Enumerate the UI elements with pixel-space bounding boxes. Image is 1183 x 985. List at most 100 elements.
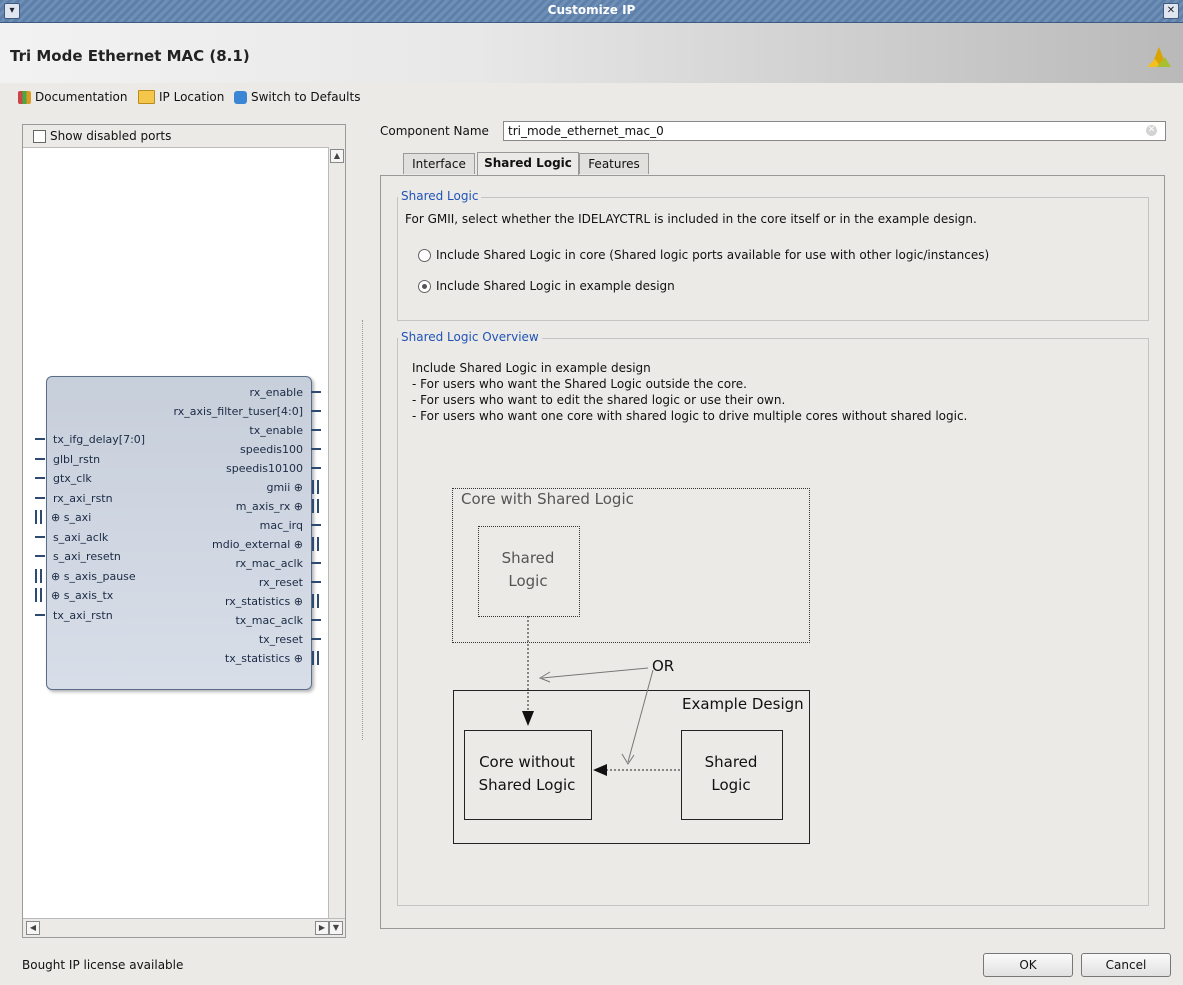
- port-rx_axi_rstn[interactable]: rx_axi_rstn: [53, 492, 113, 505]
- component-name-input[interactable]: tri_mode_ethernet_mac_0: [503, 121, 1166, 141]
- horizontal-scrollbar[interactable]: ◀ ▶ ▼: [23, 918, 345, 937]
- switch-to-defaults-button[interactable]: Switch to Defaults: [234, 90, 360, 104]
- port-rx_reset[interactable]: rx_reset: [259, 576, 303, 589]
- vertical-scrollbar[interactable]: ▲: [328, 147, 345, 919]
- radio-shared-logic-in-core[interactable]: [418, 249, 431, 262]
- port-pin: [311, 638, 321, 640]
- show-disabled-ports-row: Show disabled ports: [23, 125, 345, 148]
- port-tx_reset[interactable]: tx_reset: [259, 633, 303, 646]
- bus-pin: [312, 594, 319, 608]
- cancel-button[interactable]: Cancel: [1081, 953, 1171, 977]
- port-pin: [35, 438, 45, 440]
- port-rx_statistics[interactable]: rx_statistics ⊕: [225, 595, 303, 608]
- option-example-label: Include Shared Logic in example design: [436, 279, 675, 293]
- port-pin: [311, 429, 321, 431]
- port-pin: [35, 457, 45, 460]
- port-pin: [311, 391, 321, 393]
- panel-splitter[interactable]: [362, 320, 363, 740]
- port-tx_axi_rstn[interactable]: tx_axi_rstn: [53, 609, 113, 622]
- port-gmii[interactable]: gmii ⊕: [266, 481, 303, 494]
- book-icon: [18, 90, 31, 104]
- port-pin: [35, 613, 45, 616]
- component-name-label: Component Name: [380, 124, 489, 138]
- or-arrow-down: [627, 669, 654, 763]
- port-speedis100[interactable]: speedis100: [240, 443, 303, 456]
- port-tx_mac_aclk[interactable]: tx_mac_aclk: [235, 614, 303, 627]
- overview-line: - For users who want one core with share…: [412, 409, 968, 423]
- overview-line: - For users who want the Shared Logic ou…: [412, 377, 747, 391]
- scroll-down-icon[interactable]: ▼: [329, 921, 343, 935]
- option-core-label: Include Shared Logic in core (Shared log…: [436, 248, 990, 262]
- port-pin: [35, 555, 45, 557]
- ok-button[interactable]: OK: [983, 953, 1073, 977]
- folder-icon: [138, 90, 155, 104]
- diagram-arrows: [522, 616, 680, 776]
- radio-shared-logic-in-example[interactable]: [418, 280, 431, 293]
- port-tx_enable[interactable]: tx_enable: [249, 424, 303, 437]
- port-pin: [311, 524, 321, 526]
- port-tx_ifg_delay70[interactable]: tx_ifg_delay[7:0]: [53, 433, 145, 446]
- bus-pin: [35, 568, 42, 583]
- bus-pin: [35, 588, 42, 602]
- overview-line: Include Shared Logic in example design: [412, 361, 651, 375]
- port-pin: [311, 562, 321, 564]
- overview-group-title: Shared Logic Overview: [398, 330, 542, 344]
- bus-pin: [312, 480, 319, 494]
- or-arrow-left: [541, 667, 649, 679]
- arrow-head-down: [522, 711, 534, 726]
- core-with-shared-logic-label: Core with Shared Logic: [461, 490, 634, 508]
- documentation-button[interactable]: Documentation: [18, 90, 128, 104]
- ip-location-button[interactable]: IP Location: [138, 90, 224, 104]
- window-title: Customize IP: [547, 3, 636, 17]
- tab-shared-logic[interactable]: Shared Logic: [477, 152, 579, 175]
- port-speedis10100[interactable]: speedis10100: [226, 462, 303, 475]
- port-rx_mac_aclk[interactable]: rx_mac_aclk: [236, 557, 303, 570]
- port-pin: [35, 477, 45, 479]
- show-disabled-ports-label: Show disabled ports: [50, 129, 172, 143]
- bus-pin: [312, 537, 319, 551]
- close-icon[interactable]: ✕: [1163, 3, 1179, 19]
- bus-pin: [312, 499, 319, 513]
- port-pin: [311, 619, 321, 621]
- scroll-up-icon[interactable]: ▲: [330, 149, 344, 163]
- scroll-left-icon[interactable]: ◀: [26, 921, 40, 935]
- ip-symbol-block: tx_ifg_delay[7:0] glbl_rstn gtx_clk rx_axi_…: [35, 376, 321, 690]
- port-mdio_external[interactable]: mdio_external ⊕: [212, 538, 303, 551]
- port-gtx_clk[interactable]: gtx_clk: [53, 472, 92, 485]
- port-s_axis_pause[interactable]: ⊕ s_axis_pause: [51, 570, 136, 583]
- port-s_axi[interactable]: ⊕ s_axi: [51, 511, 91, 524]
- overview-line: - For users who want to edit the shared …: [412, 393, 786, 407]
- refresh-icon: [234, 90, 247, 104]
- port-rx_enable[interactable]: rx_enable: [249, 386, 303, 399]
- port-pin: [311, 448, 321, 450]
- port-tx_statistics[interactable]: tx_statistics ⊕: [225, 652, 303, 665]
- port-pin: [311, 581, 321, 583]
- xilinx-logo-icon: [1147, 47, 1171, 67]
- tab-interface[interactable]: Interface: [403, 153, 475, 174]
- port-s_axis_tx[interactable]: ⊕ s_axis_tx: [51, 589, 113, 602]
- port-s_axi_resetn[interactable]: s_axi_resetn: [53, 550, 121, 563]
- bus-pin: [35, 510, 42, 524]
- port-rx_axis_filter_tuser40[interactable]: rx_axis_filter_tuser[4:0]: [174, 405, 303, 418]
- show-disabled-ports-checkbox[interactable]: [33, 130, 46, 143]
- toolbar: Documentation IP Location Switch to Defa…: [0, 84, 1183, 112]
- port-mac_irq[interactable]: mac_irq: [260, 519, 303, 532]
- port-s_axi_aclk[interactable]: s_axi_aclk: [53, 531, 108, 544]
- port-pin: [311, 410, 321, 412]
- scroll-right-icon[interactable]: ▶: [315, 921, 329, 935]
- or-arrow-down-head: [621, 753, 635, 765]
- ip-title: Tri Mode Ethernet MAC (8.1): [10, 47, 250, 65]
- window-titlebar[interactable]: ▾ Customize IP ✕: [0, 0, 1183, 23]
- bus-pin: [312, 651, 319, 665]
- port-glbl_rstn[interactable]: glbl_rstn: [53, 453, 100, 466]
- shared-logic-description: For GMII, select whether the IDELAYCTRL …: [405, 212, 977, 226]
- port-pin: [311, 467, 321, 469]
- clear-icon[interactable]: ✕: [1146, 125, 1157, 136]
- tab-features[interactable]: Features: [579, 153, 649, 174]
- arrow-head-left: [593, 764, 607, 776]
- port-m_axis_rx[interactable]: m_axis_rx ⊕: [236, 500, 303, 513]
- dialog-header: Tri Mode Ethernet MAC (8.1): [0, 23, 1183, 83]
- port-pin: [35, 496, 45, 499]
- status-text: Bought IP license available: [22, 958, 184, 972]
- shared-logic-group-title: Shared Logic: [398, 189, 482, 203]
